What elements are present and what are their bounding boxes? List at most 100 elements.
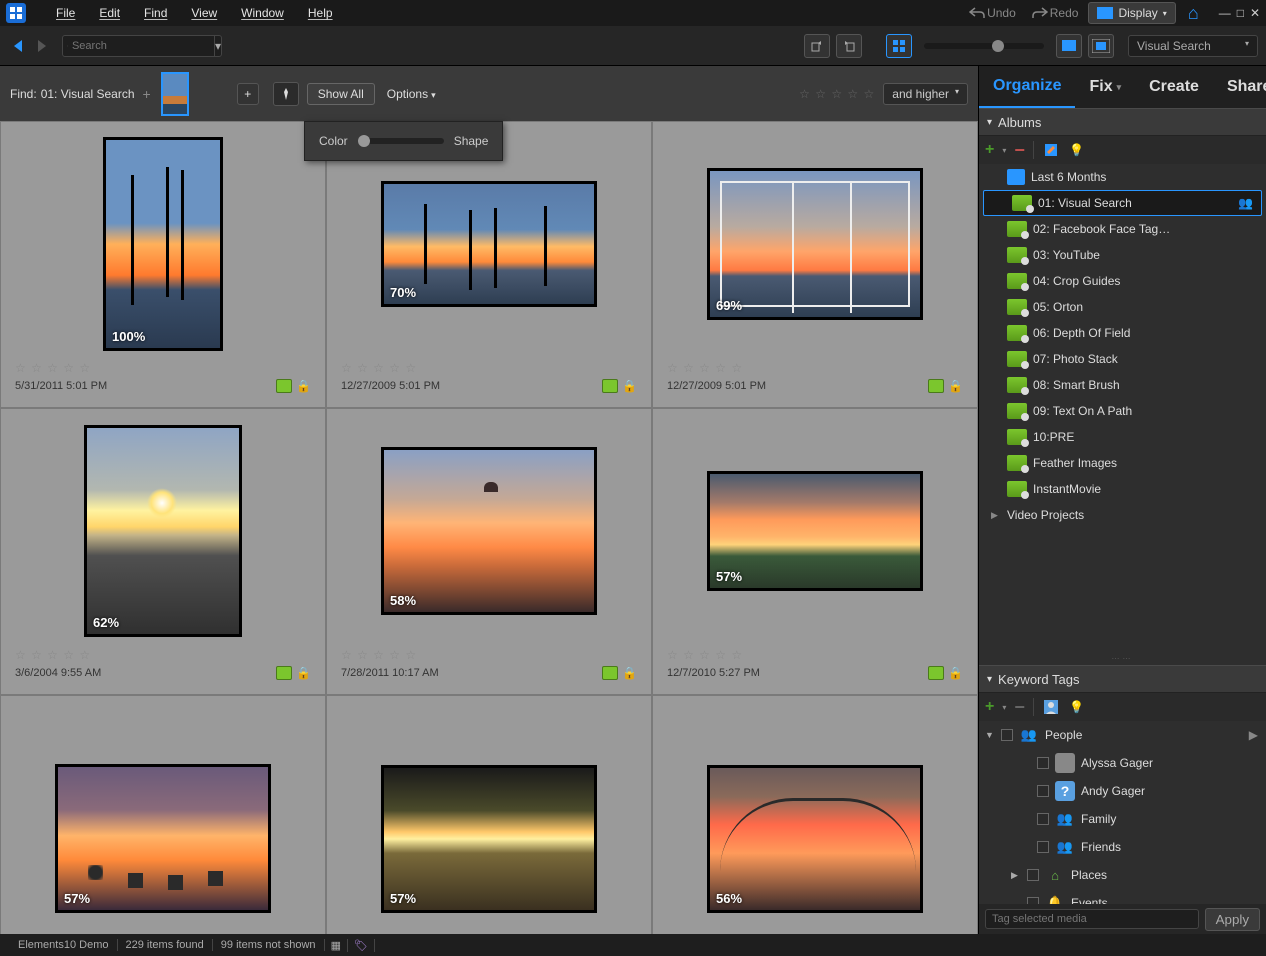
menu-find[interactable]: Find — [132, 6, 179, 20]
album-item[interactable]: InstantMovie — [979, 476, 1266, 502]
display-dropdown[interactable]: Display ▾ — [1088, 2, 1175, 24]
undo-button[interactable]: Undo — [963, 6, 1022, 20]
album-item[interactable]: 05: Orton — [979, 294, 1266, 320]
album-badge-icon[interactable] — [928, 379, 944, 393]
album-badge-icon[interactable] — [928, 666, 944, 680]
thumbnail-image[interactable]: 69% — [707, 168, 923, 320]
show-all-button[interactable]: Show All — [307, 83, 375, 105]
checkbox[interactable] — [1027, 869, 1039, 881]
thumbnail-image[interactable]: 62% — [84, 425, 242, 637]
smart-album-item[interactable]: Last 6 Months — [979, 164, 1266, 190]
tag-remove-button[interactable]: − — [1014, 697, 1025, 718]
visual-search-dropdown[interactable]: Visual Search▾ — [1128, 35, 1258, 57]
status-tag-icon[interactable]: 🏷 — [348, 939, 375, 952]
album-item[interactable]: 10:PRE — [979, 424, 1266, 450]
thumbnail-cell[interactable]: 62% ☆ ☆ ☆ ☆ ☆ 3/6/2004 9:55 AM 🔒 — [0, 408, 326, 695]
album-item[interactable]: 09: Text On A Path — [979, 398, 1266, 424]
tag-person[interactable]: ? Andy Gager — [979, 777, 1266, 805]
thumbnail-image[interactable]: 57% — [381, 765, 597, 913]
thumbnail-cell[interactable]: 57% ☆ ☆ ☆ ☆ ☆ 12/7/2010 5:27 PM 🔒 — [652, 408, 978, 695]
find-reference-thumb[interactable] — [161, 72, 189, 116]
menu-file[interactable]: File — [44, 6, 87, 20]
maximize-icon[interactable]: □ — [1237, 6, 1244, 20]
share-icon[interactable]: 👥 — [1238, 196, 1253, 210]
rating-condition-dropdown[interactable]: and higher▾ — [883, 83, 968, 105]
album-badge-icon[interactable] — [276, 379, 292, 393]
status-icon[interactable]: ▦ — [325, 939, 348, 952]
fullscreen-button[interactable] — [1088, 34, 1114, 58]
star-rating[interactable]: ☆ ☆ ☆ ☆ ☆ — [341, 361, 637, 375]
checkbox[interactable] — [1037, 813, 1049, 825]
star-rating[interactable]: ☆ ☆ ☆ ☆ ☆ — [341, 648, 637, 662]
album-item[interactable]: 07: Photo Stack — [979, 346, 1266, 372]
album-item[interactable]: 01: Visual Search 👥 — [983, 190, 1262, 216]
color-shape-slider[interactable] — [358, 138, 444, 144]
tag-places[interactable]: ▶ ⌂ Places — [979, 861, 1266, 889]
tag-person[interactable]: Alyssa Gager — [979, 749, 1266, 777]
thumbnail-cell[interactable]: 56% — [652, 695, 978, 934]
minimize-icon[interactable]: — — [1219, 6, 1231, 20]
menu-edit[interactable]: Edit — [87, 6, 132, 20]
checkbox[interactable] — [1037, 757, 1049, 769]
thumbnail-image[interactable]: 100% — [103, 137, 223, 351]
thumbnail-cell[interactable]: 70% ☆ ☆ ☆ ☆ ☆ 12/27/2009 5:01 PM 🔒 — [326, 121, 652, 408]
checkbox[interactable] — [1027, 897, 1039, 904]
album-edit-icon[interactable] — [1042, 141, 1060, 159]
album-tip-icon[interactable]: 💡 — [1068, 141, 1086, 159]
checkbox[interactable] — [1037, 785, 1049, 797]
home-icon[interactable]: ⌂ — [1180, 3, 1207, 24]
grid-view-button[interactable] — [886, 34, 912, 58]
thumbnail-cell[interactable]: 57% — [326, 695, 652, 934]
checkbox[interactable] — [1001, 729, 1013, 741]
album-item[interactable]: 03: YouTube — [979, 242, 1266, 268]
album-badge-icon[interactable] — [276, 666, 292, 680]
tag-input[interactable] — [985, 909, 1199, 929]
tab-share[interactable]: Share — [1213, 66, 1266, 108]
tag-friends[interactable]: 👥 Friends — [979, 833, 1266, 861]
album-item[interactable]: 08: Smart Brush — [979, 372, 1266, 398]
menu-view[interactable]: View — [179, 6, 229, 20]
thumbnail-image[interactable]: 57% — [707, 471, 923, 591]
find-remove-button[interactable]: + — [143, 86, 151, 102]
album-badge-icon[interactable] — [602, 666, 618, 680]
thumbnail-image[interactable]: 70% — [381, 181, 597, 307]
thumbnail-image[interactable]: 58% — [381, 447, 597, 615]
thumbnail-image[interactable]: 57% — [55, 764, 271, 913]
panel-divider[interactable]: ⋯⋯ — [979, 652, 1266, 665]
checkbox[interactable] — [1037, 841, 1049, 853]
tab-organize[interactable]: Organize — [979, 66, 1075, 108]
album-item[interactable]: 02: Facebook Face Tag… — [979, 216, 1266, 242]
album-remove-button[interactable]: − — [1014, 140, 1025, 161]
thumbnail-size-slider[interactable] — [924, 43, 1044, 49]
album-item[interactable]: 06: Depth Of Field — [979, 320, 1266, 346]
nav-back-icon[interactable] — [8, 36, 28, 56]
search-dropdown-icon[interactable]: ▾ — [214, 36, 221, 56]
star-rating[interactable]: ☆ ☆ ☆ ☆ ☆ — [15, 648, 311, 662]
chevron-right-icon[interactable]: ▶ — [1249, 728, 1258, 742]
album-item[interactable]: 04: Crop Guides — [979, 268, 1266, 294]
nav-forward-icon[interactable] — [32, 36, 52, 56]
find-add-button[interactable]: + — [237, 83, 259, 105]
menu-window[interactable]: Window — [229, 6, 296, 20]
video-projects-item[interactable]: ▶ Video Projects — [979, 502, 1266, 528]
options-dropdown[interactable]: Options — [387, 87, 436, 101]
thumbnail-image[interactable]: 56% — [707, 765, 923, 913]
close-icon[interactable]: ✕ — [1250, 6, 1260, 20]
rotate-right-button[interactable] — [836, 34, 862, 58]
tag-tip-icon[interactable]: 💡 — [1068, 698, 1086, 716]
rating-filter[interactable]: ☆ ☆ ☆ ☆ ☆ — [799, 87, 875, 101]
thumbnail-cell[interactable]: 58% ☆ ☆ ☆ ☆ ☆ 7/28/2011 10:17 AM 🔒 — [326, 408, 652, 695]
menu-help[interactable]: Help — [296, 6, 345, 20]
album-item[interactable]: Feather Images — [979, 450, 1266, 476]
star-rating[interactable]: ☆ ☆ ☆ ☆ ☆ — [15, 361, 311, 375]
tag-people[interactable]: ▼ 👥 People ▶ — [979, 721, 1266, 749]
face-recognition-icon[interactable] — [1042, 698, 1060, 716]
star-rating[interactable]: ☆ ☆ ☆ ☆ ☆ — [667, 648, 963, 662]
thumbnail-cell[interactable]: 57% — [0, 695, 326, 934]
pin-button[interactable] — [273, 82, 299, 106]
albums-header[interactable]: Albums — [979, 108, 1266, 136]
tags-header[interactable]: Keyword Tags — [979, 665, 1266, 693]
star-rating[interactable]: ☆ ☆ ☆ ☆ ☆ — [667, 361, 963, 375]
single-view-button[interactable] — [1056, 34, 1082, 58]
tag-add-button[interactable]: + — [985, 698, 994, 716]
